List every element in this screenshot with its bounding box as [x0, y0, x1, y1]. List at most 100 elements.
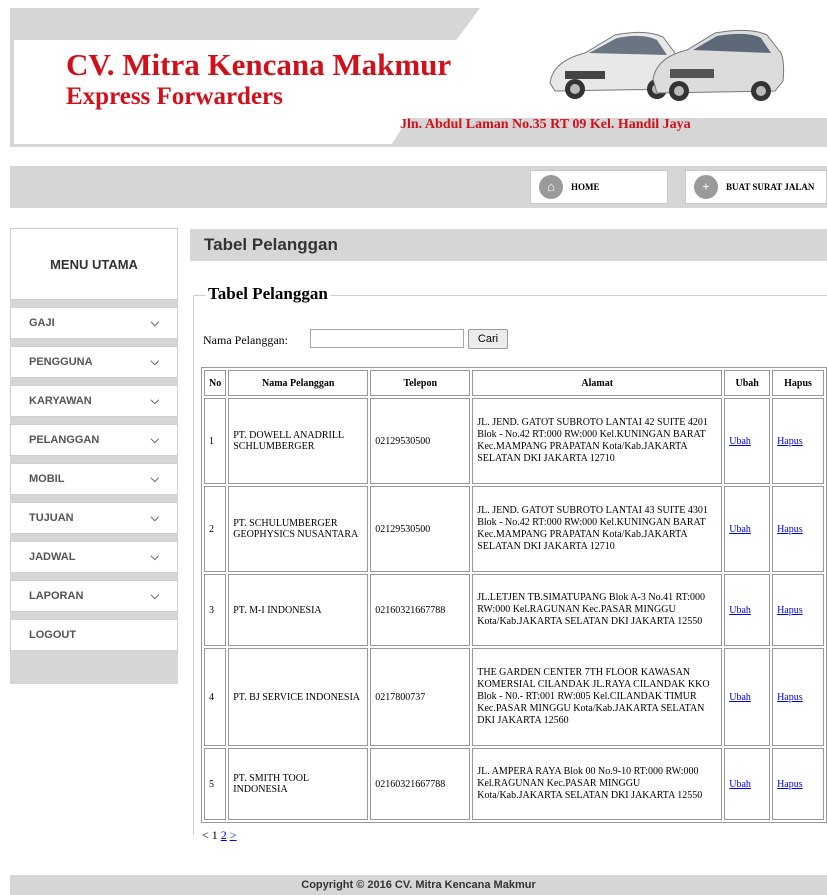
cell-telepon: 02160321667788: [370, 574, 471, 646]
company-name: CV. Mitra Kencana Makmur: [66, 47, 452, 82]
column-header: Telepon: [370, 370, 471, 396]
edit-link[interactable]: Ubah: [729, 605, 751, 616]
menu-title: MENU UTAMA: [10, 228, 178, 300]
cell-telepon: 02129530500: [370, 398, 471, 484]
column-header: Hapus: [772, 370, 824, 396]
table-row: 5 PT. SMITH TOOL INDONESIA 0216032166778…: [204, 748, 824, 820]
sidebar-item-karyawan[interactable]: KARYAWAN ⌵: [10, 385, 178, 417]
edit-link[interactable]: Ubah: [729, 779, 751, 790]
cell-no: 2: [204, 486, 227, 572]
fieldset-border-left: [193, 295, 194, 835]
search-input[interactable]: [310, 329, 464, 348]
sidebar-item-mobil[interactable]: MOBIL ⌵: [10, 463, 178, 495]
buat-surat-jalan-button[interactable]: + BUAT SURAT JALAN: [685, 170, 827, 204]
search-button[interactable]: Cari: [468, 329, 508, 349]
cell-alamat: JL.LETJEN TB.SIMATUPANG Blok A-3 No.41 R…: [472, 574, 723, 646]
chevron-down-icon: ⌵: [150, 355, 159, 368]
cell-no: 1: [204, 398, 227, 484]
home-icon: ⌂: [539, 175, 563, 199]
home-label: HOME: [571, 182, 600, 192]
cell-nama: PT. SCHULUMBERGER GEOPHYSICS NUSANTARA: [228, 486, 369, 572]
home-button[interactable]: ⌂ HOME: [530, 170, 668, 204]
cell-nama: PT. DOWELL ANADRILL SCHLUMBERGER: [228, 398, 369, 484]
table-row: 3 PT. M-I INDONESIA 02160321667788 JL.LE…: [204, 574, 824, 646]
edit-link[interactable]: Ubah: [729, 524, 751, 535]
sidebar-item-gaji[interactable]: GAJI ⌵: [10, 307, 178, 339]
sidebar-item-label: KARYAWAN: [29, 395, 92, 407]
sidebar-item-laporan[interactable]: LAPORAN ⌵: [10, 580, 178, 612]
edit-link[interactable]: Ubah: [729, 436, 751, 447]
sidebar-item-pengguna[interactable]: PENGGUNA ⌵: [10, 346, 178, 378]
sidebar-item-jadwal[interactable]: JADWAL ⌵: [10, 541, 178, 573]
buat-surat-jalan-label: BUAT SURAT JALAN: [726, 182, 815, 192]
delete-link[interactable]: Hapus: [777, 524, 803, 535]
column-header: Alamat: [472, 370, 723, 396]
cell-no: 5: [204, 748, 227, 820]
fieldset-legend: Tabel Pelanggan: [205, 284, 331, 304]
cell-ubah: Ubah: [724, 648, 771, 746]
footer-copyright: Copyright © 2016 CV. Mitra Kencana Makmu…: [10, 875, 827, 895]
sidebar-item-label: JADWAL: [29, 551, 76, 563]
plus-icon: +: [694, 175, 718, 199]
chevron-down-icon: ⌵: [150, 511, 159, 524]
delete-link[interactable]: Hapus: [777, 605, 803, 616]
cell-hapus: Hapus: [772, 748, 824, 820]
cell-alamat: JL. JEND. GATOT SUBROTO LANTAI 43 SUITE …: [472, 486, 723, 572]
customer-table: No Nama Pelanggan Telepon Alamat Ubah Ha…: [201, 367, 827, 823]
cell-hapus: Hapus: [772, 574, 824, 646]
sidebar-item-pelanggan[interactable]: PELANGGAN ⌵: [10, 424, 178, 456]
company-subtitle: Express Forwarders: [66, 83, 283, 110]
cell-ubah: Ubah: [724, 486, 771, 572]
cell-telepon: 0217800737: [370, 648, 471, 746]
delete-link[interactable]: Hapus: [777, 692, 803, 703]
sidebar-item-label: GAJI: [29, 317, 55, 329]
sidebar-item-label: TUJUAN: [29, 512, 74, 524]
cars-image: [549, 29, 785, 101]
cell-hapus: Hapus: [772, 486, 824, 572]
cell-nama: PT. M-I INDONESIA: [228, 574, 369, 646]
sidebar-item-label: PELANGGAN: [29, 434, 100, 446]
company-address: Jln. Abdul Laman No.35 RT 09 Kel. Handil…: [400, 117, 691, 132]
pager-next[interactable]: >: [230, 828, 237, 842]
sidebar-item-label: PENGGUNA: [29, 356, 93, 368]
sidebar-item-label: LOGOUT: [29, 629, 77, 641]
search-label: Nama Pelanggan:: [203, 333, 288, 347]
pagination: < 1 2 >: [202, 828, 237, 843]
column-header: Nama Pelanggan: [228, 370, 369, 396]
edit-link[interactable]: Ubah: [729, 692, 751, 703]
cell-telepon: 02160321667788: [370, 748, 471, 820]
cell-telepon: 02129530500: [370, 486, 471, 572]
cell-nama: PT. SMITH TOOL INDONESIA: [228, 748, 369, 820]
cell-ubah: Ubah: [724, 398, 771, 484]
table-header-row: No Nama Pelanggan Telepon Alamat Ubah Ha…: [204, 370, 824, 396]
column-header: No: [204, 370, 227, 396]
page-title: Tabel Pelanggan: [190, 229, 827, 261]
chevron-down-icon: ⌵: [150, 550, 159, 563]
cell-ubah: Ubah: [724, 748, 771, 820]
cell-no: 4: [204, 648, 227, 746]
sidebar-item-label: MOBIL: [29, 473, 65, 485]
cell-hapus: Hapus: [772, 648, 824, 746]
sidebar-item-logout[interactable]: LOGOUT: [10, 619, 178, 651]
cell-alamat: THE GARDEN CENTER 7TH FLOOR KAWASAN KOME…: [472, 648, 723, 746]
cell-nama: PT. BJ SERVICE INDONESIA: [228, 648, 369, 746]
pager-page-2[interactable]: 2: [221, 828, 227, 842]
sidebar: MENU UTAMA GAJI ⌵ PENGGUNA ⌵ KARYAWAN ⌵ …: [10, 228, 178, 684]
cell-alamat: JL. JEND. GATOT SUBROTO LANTAI 42 SUITE …: [472, 398, 723, 484]
cell-alamat: JL. AMPERA RAYA Blok 00 No.9-10 RT:000 R…: [472, 748, 723, 820]
delete-link[interactable]: Hapus: [777, 436, 803, 447]
chevron-down-icon: ⌵: [150, 433, 159, 446]
chevron-down-icon: ⌵: [150, 316, 159, 329]
chevron-down-icon: ⌵: [150, 394, 159, 407]
chevron-down-icon: ⌵: [150, 472, 159, 485]
chevron-down-icon: ⌵: [150, 589, 159, 602]
column-header: Ubah: [724, 370, 771, 396]
sidebar-item-label: LAPORAN: [29, 590, 84, 602]
sidebar-item-tujuan[interactable]: TUJUAN ⌵: [10, 502, 178, 534]
cell-no: 3: [204, 574, 227, 646]
delete-link[interactable]: Hapus: [777, 779, 803, 790]
table-row: 2 PT. SCHULUMBERGER GEOPHYSICS NUSANTARA…: [204, 486, 824, 572]
cell-ubah: Ubah: [724, 574, 771, 646]
cell-hapus: Hapus: [772, 398, 824, 484]
table-row: 4 PT. BJ SERVICE INDONESIA 0217800737 TH…: [204, 648, 824, 746]
